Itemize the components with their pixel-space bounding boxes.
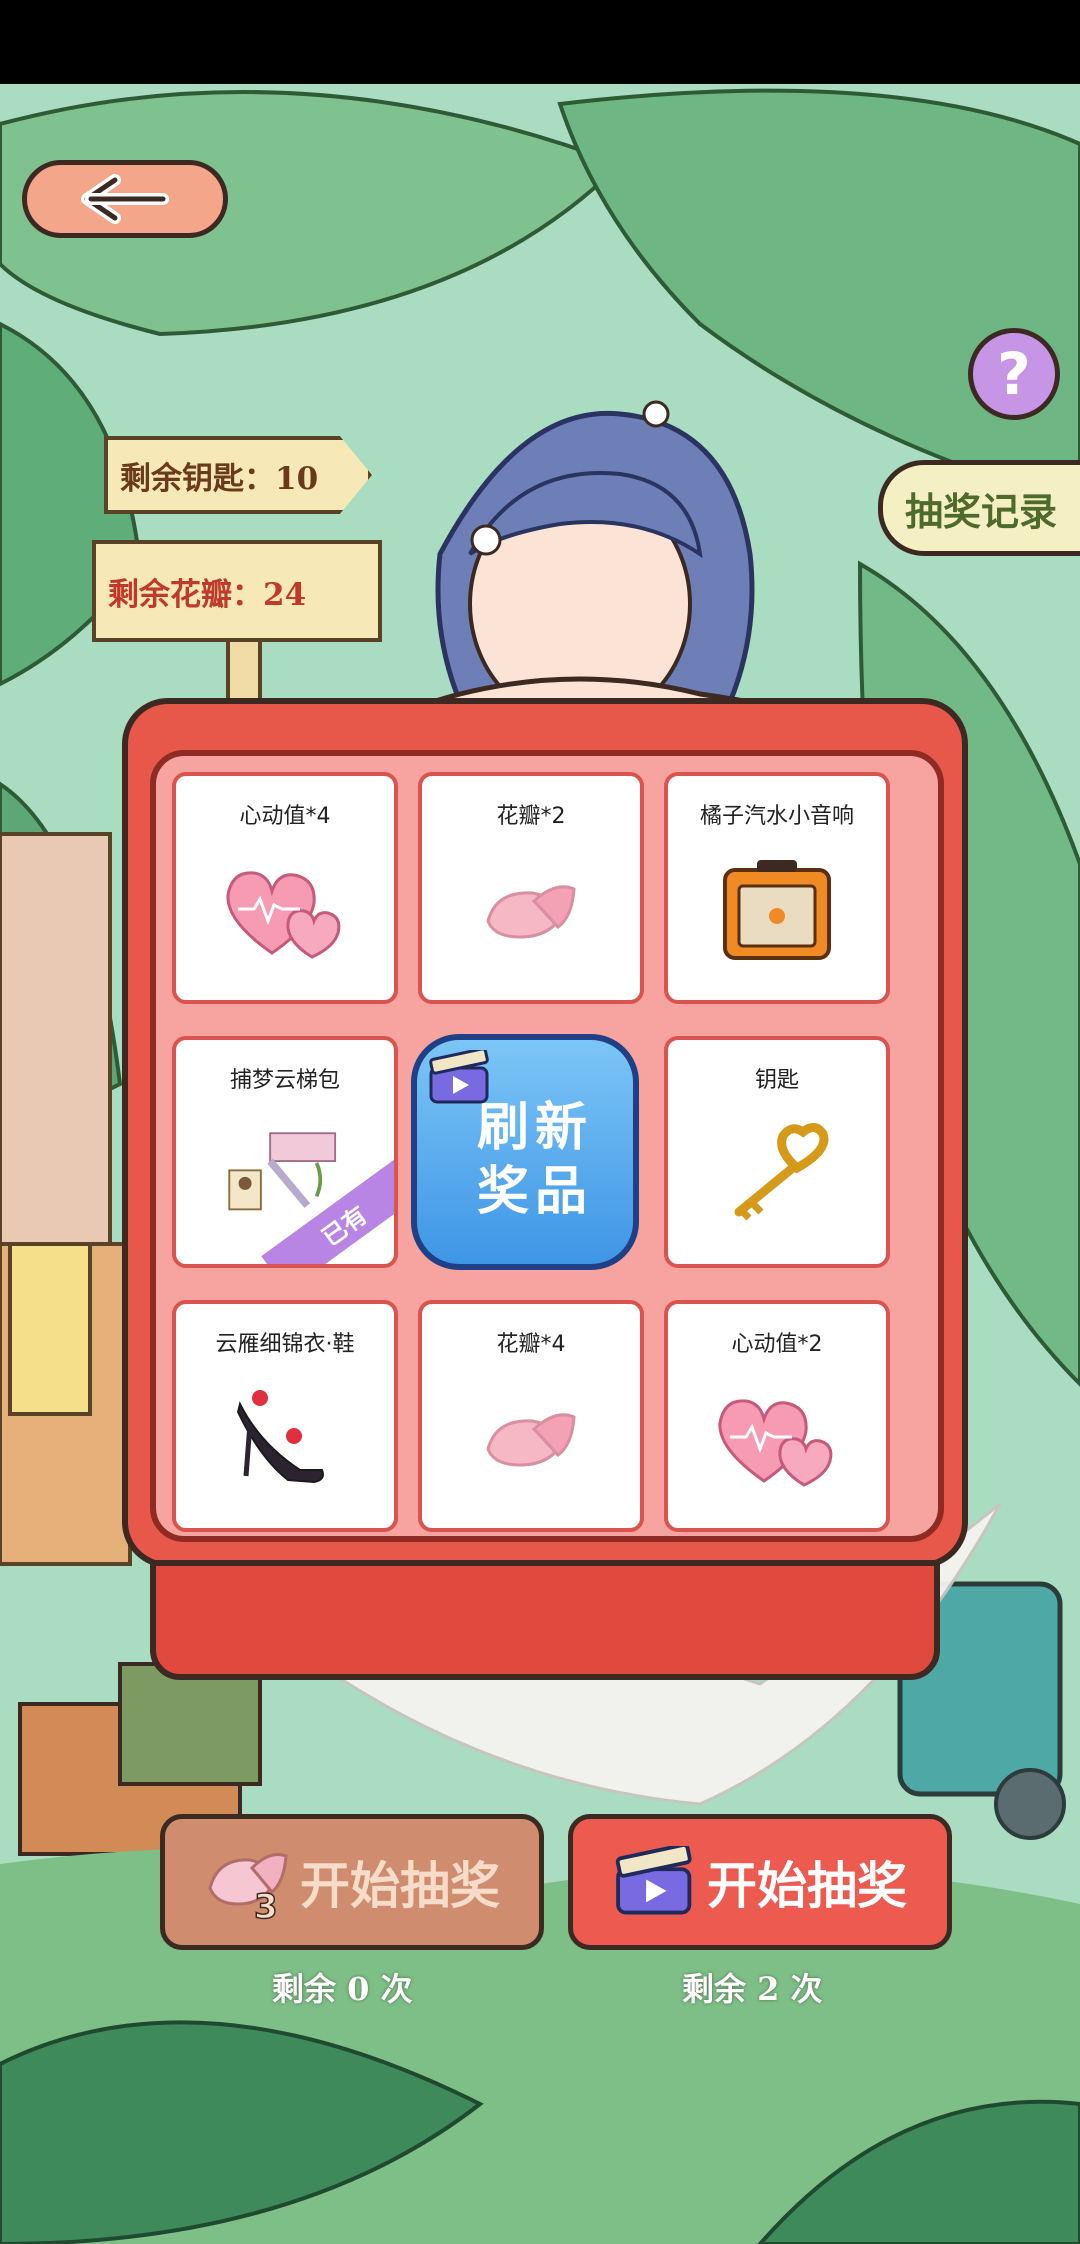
status-bar: [0, 0, 1080, 84]
game-scene: ? 抽奖记录 剩余钥匙：10 剩余花瓣：24 心动值*4 花瓣*2 橘子汽水小音…: [0, 84, 1080, 2244]
prize-label: 云雁细锦衣·鞋: [215, 1332, 355, 1357]
prize-label: 钥匙: [754, 1068, 799, 1093]
video-draw-remaining: 剩余 2 次: [682, 1970, 823, 2008]
prize-cell-owned: 捕梦云梯包 已有: [172, 1036, 398, 1268]
amplifier-icon: [723, 860, 831, 960]
video-clapper-icon: [615, 1846, 692, 1915]
refresh-prizes-label: 刷新奖品: [476, 1098, 593, 1222]
petal-icon: [486, 1413, 576, 1467]
petal-draw-button[interactable]: 3 开始抽奖: [160, 1814, 544, 1950]
petal-icon: 3: [208, 1853, 288, 1922]
prize-cell: 钥匙: [664, 1036, 890, 1268]
prize-cell: 橘子汽水小音响: [664, 772, 890, 1004]
prize-cell: 心动值*4: [172, 772, 398, 1004]
video-draw-label: 开始抽奖: [707, 1857, 907, 1915]
keys-remaining-label: 剩余钥匙：10: [120, 460, 319, 497]
petals-remaining-label: 剩余花瓣：24: [108, 576, 307, 613]
question-icon: ?: [997, 340, 1031, 408]
prize-cell: 花瓣*2: [418, 772, 644, 1004]
prize-label: 心动值*4: [239, 804, 331, 829]
prize-cell: 花瓣*4: [418, 1300, 644, 1532]
arrow-left-icon: [81, 174, 169, 224]
petal-draw-label: 开始抽奖: [300, 1857, 500, 1915]
keys-remaining-sign: 剩余钥匙：10: [104, 436, 372, 514]
refresh-prizes-button[interactable]: 刷新奖品: [411, 1034, 639, 1270]
machine-base: [150, 1560, 940, 1680]
petals-remaining-sign: 剩余花瓣：24: [92, 540, 382, 642]
draw-record-label: 抽奖记录: [905, 488, 1058, 534]
heart-pair-icon: [226, 871, 341, 959]
petal-draw-remaining: 剩余 0 次: [272, 1970, 413, 2008]
heart-key-icon: [734, 1123, 829, 1221]
prize-label: 捕梦云梯包: [229, 1068, 340, 1093]
back-button[interactable]: [22, 160, 228, 238]
prize-label: 花瓣*2: [496, 804, 566, 829]
help-button[interactable]: ?: [968, 328, 1060, 420]
prize-label: 心动值*2: [731, 1332, 823, 1357]
sign-post: [226, 638, 262, 706]
prize-cell: 心动值*2: [664, 1300, 890, 1532]
draw-record-button[interactable]: 抽奖记录: [878, 460, 1080, 556]
high-heels-icon: [236, 1390, 324, 1484]
petal-cost: 3: [254, 1887, 278, 1922]
video-clapper-icon: [429, 1050, 489, 1104]
prize-label: 橘子汽水小音响: [699, 804, 854, 829]
petal-icon: [486, 885, 576, 939]
prize-cell: 云雁细锦衣·鞋: [172, 1300, 398, 1532]
prize-label: 花瓣*4: [496, 1332, 566, 1357]
heart-pair-icon: [718, 1399, 833, 1487]
video-draw-button[interactable]: 开始抽奖: [568, 1814, 952, 1950]
